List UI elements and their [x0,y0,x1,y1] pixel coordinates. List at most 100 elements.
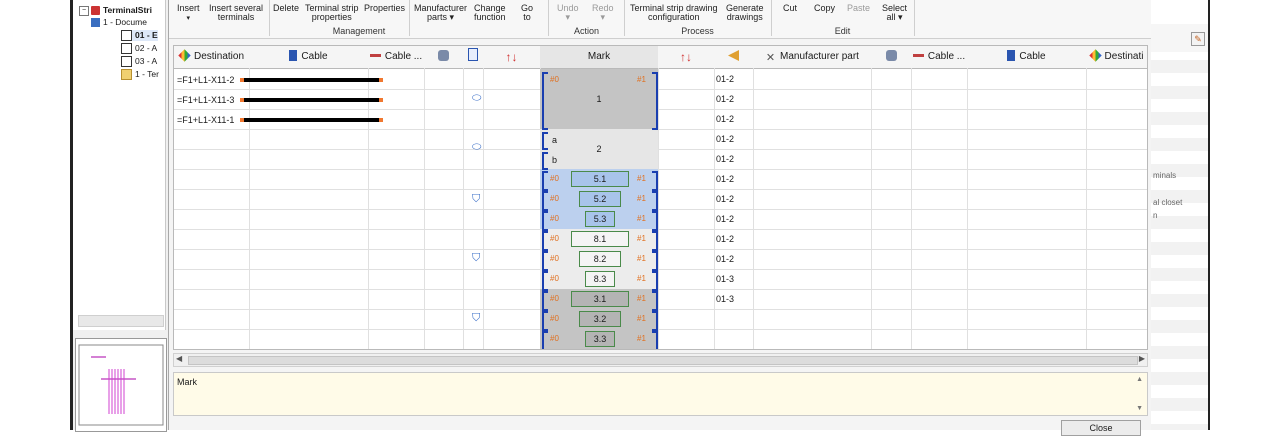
bridge-link-icon[interactable]: ⬭ [472,137,481,157]
col-header-cable-dots-left[interactable]: Cable ... [368,46,425,69]
mark-cell[interactable]: 5.2 [579,191,621,207]
wire-icon [912,54,924,57]
table-row[interactable] [174,209,1147,230]
mark-cell[interactable]: 1 [540,89,658,109]
table-row[interactable] [174,229,1147,250]
select-all-button[interactable]: Select all ▾ [882,4,907,22]
close-button[interactable]: Close [1061,420,1141,436]
tree-item-terminal[interactable]: 1 - Ter [121,69,159,81]
col-header-destination-right[interactable]: Destinati [1086,46,1147,69]
undo-button[interactable]: Undo ▾ [557,4,579,22]
bracket-right [652,171,658,191]
level-value-cell[interactable]: 01-2 [716,69,734,89]
terminal-strip-drawing-configuration-button[interactable]: Terminal strip drawing configuration [630,4,718,22]
level-value-cell[interactable]: 01-2 [716,249,734,269]
redo-label: Redo [592,3,614,13]
bridge-link-icon[interactable]: ⬭ [472,88,481,108]
level-bridge-icon[interactable]: ⛉ [472,189,480,209]
level-value-cell[interactable]: 01-2 [716,229,734,249]
description-panel[interactable]: Mark ▲ ▼ [173,372,1148,416]
delete-button[interactable]: Delete [273,4,299,13]
mark-cell[interactable]: 3.3 [585,331,615,347]
col-header-destination-left[interactable]: Destination [174,46,250,69]
level-value-cell[interactable]: 01-3 [716,289,734,309]
level-value-cell[interactable]: 01-3 [716,269,734,289]
level-value-cell[interactable]: 01-2 [716,169,734,189]
col-header-level[interactable] [714,46,754,69]
table-row[interactable] [174,189,1147,210]
tsp-label-2: properties [311,12,352,22]
level-value-cell[interactable]: 01-2 [716,189,734,209]
table-row[interactable] [174,329,1147,349]
table-row[interactable] [174,249,1147,270]
terminal-grid[interactable]: Destination Cable Cable ... ↑↓ Mark ↑↓ ✕… [173,45,1148,350]
tree-item-02[interactable]: 02 - A [121,43,157,55]
manufacturer-parts-button[interactable]: Manufacturer parts ▾ [414,4,467,22]
level-bridge-icon[interactable]: ⛉ [472,308,480,328]
pencil-icon[interactable]: ✎ [1191,32,1205,46]
table-row[interactable] [174,129,1147,150]
destination-cell[interactable]: =F1+L1-X11-1 [177,110,234,130]
paste-button[interactable]: Paste [847,4,870,13]
level-value-cell[interactable]: 01-2 [716,89,734,109]
destination-cell[interactable]: =F1+L1-X11-3 [177,90,234,110]
collapse-icon[interactable]: − [79,5,89,16]
tree-item-documents[interactable]: 1 - Docume [91,17,147,28]
table-row[interactable] [174,169,1147,190]
level-bridge-icon[interactable]: ⛉ [472,248,480,268]
bracket-left [542,251,548,271]
col-header-cable-left[interactable]: Cable [249,46,369,69]
horizontal-scrollbar[interactable]: ◀ ▶ [173,353,1148,367]
mark-cell[interactable]: 8.1 [571,231,629,247]
level-value-cell[interactable]: 01-2 [716,149,734,169]
destination-cell[interactable]: =F1+L1-X11-2 [177,70,234,90]
col-header-sort-left[interactable]: ↑↓ [483,46,541,69]
tag1-label: #1 [637,334,646,343]
redo-button[interactable]: Redo ▾ [592,4,614,22]
col-header-manufacturer-part[interactable]: ✕ Manufacturer part [753,46,872,69]
insert-button[interactable]: Insert ▾ [177,4,200,23]
col-header-cable-dots-right[interactable]: Cable ... [911,46,968,69]
level-value-cell[interactable]: 01-2 [716,109,734,129]
generate-drawings-button[interactable]: Generate drawings [726,4,764,22]
col-header-label: Mark [587,51,611,62]
mark-cell[interactable]: 8.3 [585,271,615,287]
mark-cell[interactable]: 3.1 [571,291,629,307]
col-header-sort-right[interactable]: ↑↓ [658,46,715,69]
level-value-cell[interactable]: 01-2 [716,129,734,149]
insert-several-button[interactable]: Insert several terminals [209,4,263,22]
tree-item-label: 03 - A [135,56,158,66]
tree-item-terminalstrip[interactable]: − TerminalStri [79,5,152,16]
mark-cell[interactable]: 5.3 [585,211,615,227]
terminal-strip-properties-button[interactable]: Terminal strip properties [305,4,359,22]
scroll-up-icon[interactable]: ▲ [1136,376,1143,383]
col-header-mark[interactable]: Mark [540,46,659,69]
scroll-down-icon[interactable]: ▼ [1136,405,1143,412]
col-header-cable-right[interactable]: Cable [967,46,1087,69]
mark-cell[interactable]: 5.1 [571,171,629,187]
mark-cell[interactable]: 3.2 [579,311,621,327]
table-row[interactable] [174,309,1147,330]
goto-button[interactable]: Go to [521,4,533,22]
group-action-label: Action [573,26,599,36]
cut-button[interactable]: Cut [783,4,797,13]
col-header-bridge[interactable] [463,46,484,69]
table-row[interactable] [174,289,1147,310]
mark-cell[interactable]: 2 [540,139,658,159]
tree-item-03[interactable]: 03 - A [121,56,158,68]
mark-cell[interactable]: 8.2 [579,251,621,267]
scroll-right-icon[interactable]: ▶ [1139,354,1145,363]
scroll-left-icon[interactable]: ◀ [176,354,182,363]
tree-item-01[interactable]: 01 - E [121,30,158,42]
project-tree[interactable]: − TerminalStri 1 - Docume 01 - E 02 - A 0… [73,0,166,330]
col-header-connector[interactable] [424,46,464,69]
properties-button[interactable]: Properties [364,4,405,13]
tree-scrollbar[interactable] [78,315,164,327]
scroll-thumb[interactable] [188,356,1138,365]
copy-button[interactable]: Copy [814,4,835,13]
change-function-button[interactable]: Change function [474,4,506,22]
col-header-connector-right[interactable] [871,46,912,69]
level-value-cell[interactable]: 01-2 [716,209,734,229]
table-row[interactable] [174,149,1147,170]
table-row[interactable] [174,269,1147,290]
